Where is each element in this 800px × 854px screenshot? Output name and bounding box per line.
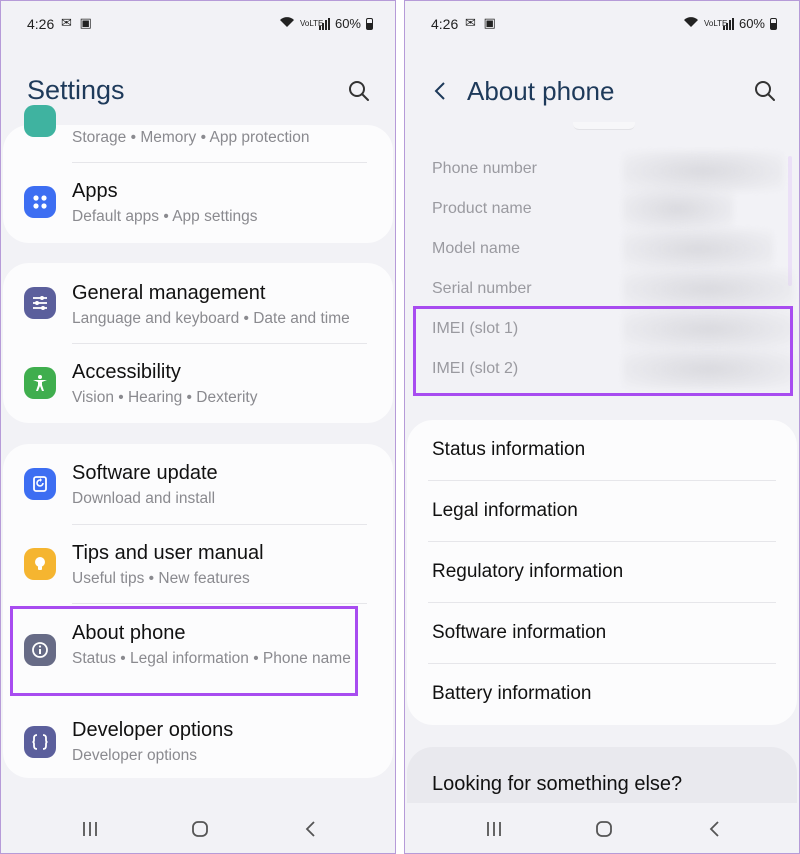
search-button[interactable]	[753, 79, 777, 103]
wifi-icon	[279, 16, 295, 31]
status-time: 4:26	[431, 16, 459, 32]
sliders-icon	[24, 287, 56, 319]
battery-icon	[770, 17, 777, 30]
back-nav-button[interactable]	[299, 819, 323, 839]
home-button[interactable]	[592, 819, 616, 839]
accessibility-icon	[24, 367, 56, 399]
battery-icon	[366, 17, 373, 30]
settings-item-subtitle: Storage • Memory • App protection	[72, 129, 310, 146]
update-icon	[24, 468, 56, 500]
back-button[interactable]	[429, 79, 453, 103]
menu-item-label: Legal information	[432, 500, 578, 521]
menu-item-label: Software information	[432, 622, 607, 643]
settings-group-2: General management Language and keyboard…	[3, 263, 393, 423]
notification-icons: ✉ ▣	[61, 15, 94, 30]
home-button[interactable]	[188, 819, 212, 839]
settings-item-title: Developer options	[72, 719, 234, 741]
system-icons: VoLTE 60%	[279, 16, 373, 31]
navigation-bar	[1, 803, 395, 853]
settings-item-title: Accessibility	[72, 361, 181, 383]
recents-button[interactable]	[78, 819, 102, 839]
menu-item-status-information[interactable]: Status information	[407, 420, 797, 481]
settings-item-title: Tips and user manual	[72, 542, 264, 564]
settings-item-general-management[interactable]: General management Language and keyboard…	[3, 263, 393, 343]
settings-item-tips[interactable]: Tips and user manual Useful tips • New f…	[3, 524, 393, 604]
settings-item-subtitle: Vision • Hearing • Dexterity	[72, 389, 258, 406]
chevron-left-icon	[434, 82, 445, 100]
search-icon	[755, 81, 775, 101]
braces-icon	[24, 726, 56, 758]
redacted-value	[623, 189, 733, 229]
about-phone-menu: Status information Legal information Reg…	[407, 420, 797, 725]
scrollbar[interactable]	[788, 156, 792, 286]
collapsed-card-edge	[573, 122, 635, 130]
page-title: About phone	[467, 76, 615, 106]
back-nav-icon	[305, 821, 315, 837]
volte-icon: VoLTE	[299, 18, 324, 28]
info-label-model-name: Model name	[432, 240, 521, 257]
settings-item-subtitle: Default apps • App settings	[72, 208, 258, 225]
redacted-value	[623, 229, 773, 269]
highlight-box-imei	[413, 306, 793, 396]
looking-label: Looking for something else?	[432, 773, 683, 795]
settings-item-software-update[interactable]: Software update Download and install	[3, 444, 393, 524]
settings-item-developer-options[interactable]: Developer options Developer options	[3, 699, 393, 778]
notification-icons: ✉ ▣	[465, 15, 498, 30]
status-bar: 4:26 ✉ ▣ VoLTE 60%	[405, 1, 799, 47]
menu-item-label: Regulatory information	[432, 561, 624, 582]
device-care-icon	[24, 105, 56, 137]
recents-icon	[83, 822, 97, 836]
highlight-box-about-phone	[10, 606, 358, 696]
apps-icon	[24, 186, 56, 218]
recents-button[interactable]	[482, 819, 506, 839]
info-label-product-name: Product name	[432, 200, 532, 217]
page-title: Settings	[27, 75, 125, 105]
signal-icon	[722, 17, 734, 30]
settings-item-subtitle: Developer options	[72, 747, 197, 764]
info-label-serial-number: Serial number	[432, 280, 532, 297]
menu-item-label: Status information	[432, 439, 586, 460]
info-label-phone-number: Phone number	[432, 160, 537, 177]
search-icon	[349, 81, 369, 101]
settings-item-subtitle: Language and keyboard • Date and time	[72, 310, 350, 327]
signal-icon	[318, 17, 330, 30]
menu-item-label: Battery information	[432, 683, 592, 704]
status-time: 4:26	[27, 16, 55, 32]
redacted-value	[623, 151, 783, 191]
about-phone-screen: 4:26 ✉ ▣ VoLTE 60% About phone Phone num…	[404, 0, 800, 854]
battery-level: 60%	[334, 16, 361, 31]
settings-item-subtitle: Download and install	[72, 490, 216, 507]
settings-group-1: Storage • Memory • App protection Apps D…	[3, 105, 393, 243]
settings-item-title: Software update	[72, 462, 218, 484]
menu-item-software-information[interactable]: Software information	[407, 603, 797, 664]
search-button[interactable]	[347, 79, 371, 103]
settings-item-accessibility[interactable]: Accessibility Vision • Hearing • Dexteri…	[3, 343, 393, 423]
settings-item-storage[interactable]: Storage • Memory • App protection	[3, 105, 393, 163]
system-icons: VoLTE 60%	[683, 16, 777, 31]
menu-item-legal-information[interactable]: Legal information	[407, 481, 797, 542]
settings-item-apps[interactable]: Apps Default apps • App settings	[3, 163, 393, 243]
menu-item-battery-information[interactable]: Battery information	[407, 664, 797, 725]
wifi-icon	[683, 16, 699, 31]
settings-item-title: General management	[72, 282, 266, 304]
volte-icon: VoLTE	[703, 18, 728, 28]
battery-level: 60%	[738, 16, 765, 31]
recents-icon	[487, 822, 501, 836]
settings-item-title: Apps	[72, 180, 118, 202]
lightbulb-icon	[24, 548, 56, 580]
home-icon	[596, 821, 612, 837]
back-nav-button[interactable]	[703, 819, 727, 839]
back-nav-icon	[709, 821, 719, 837]
home-icon	[192, 821, 208, 837]
settings-screen: 4:26 ✉ ▣ VoLTE 60% Settings Storage • Me…	[0, 0, 396, 854]
status-bar: 4:26 ✉ ▣ VoLTE 60%	[1, 1, 395, 47]
navigation-bar	[405, 803, 799, 853]
settings-item-subtitle: Useful tips • New features	[72, 570, 250, 587]
menu-item-regulatory-information[interactable]: Regulatory information	[407, 542, 797, 603]
redacted-value	[623, 269, 793, 309]
